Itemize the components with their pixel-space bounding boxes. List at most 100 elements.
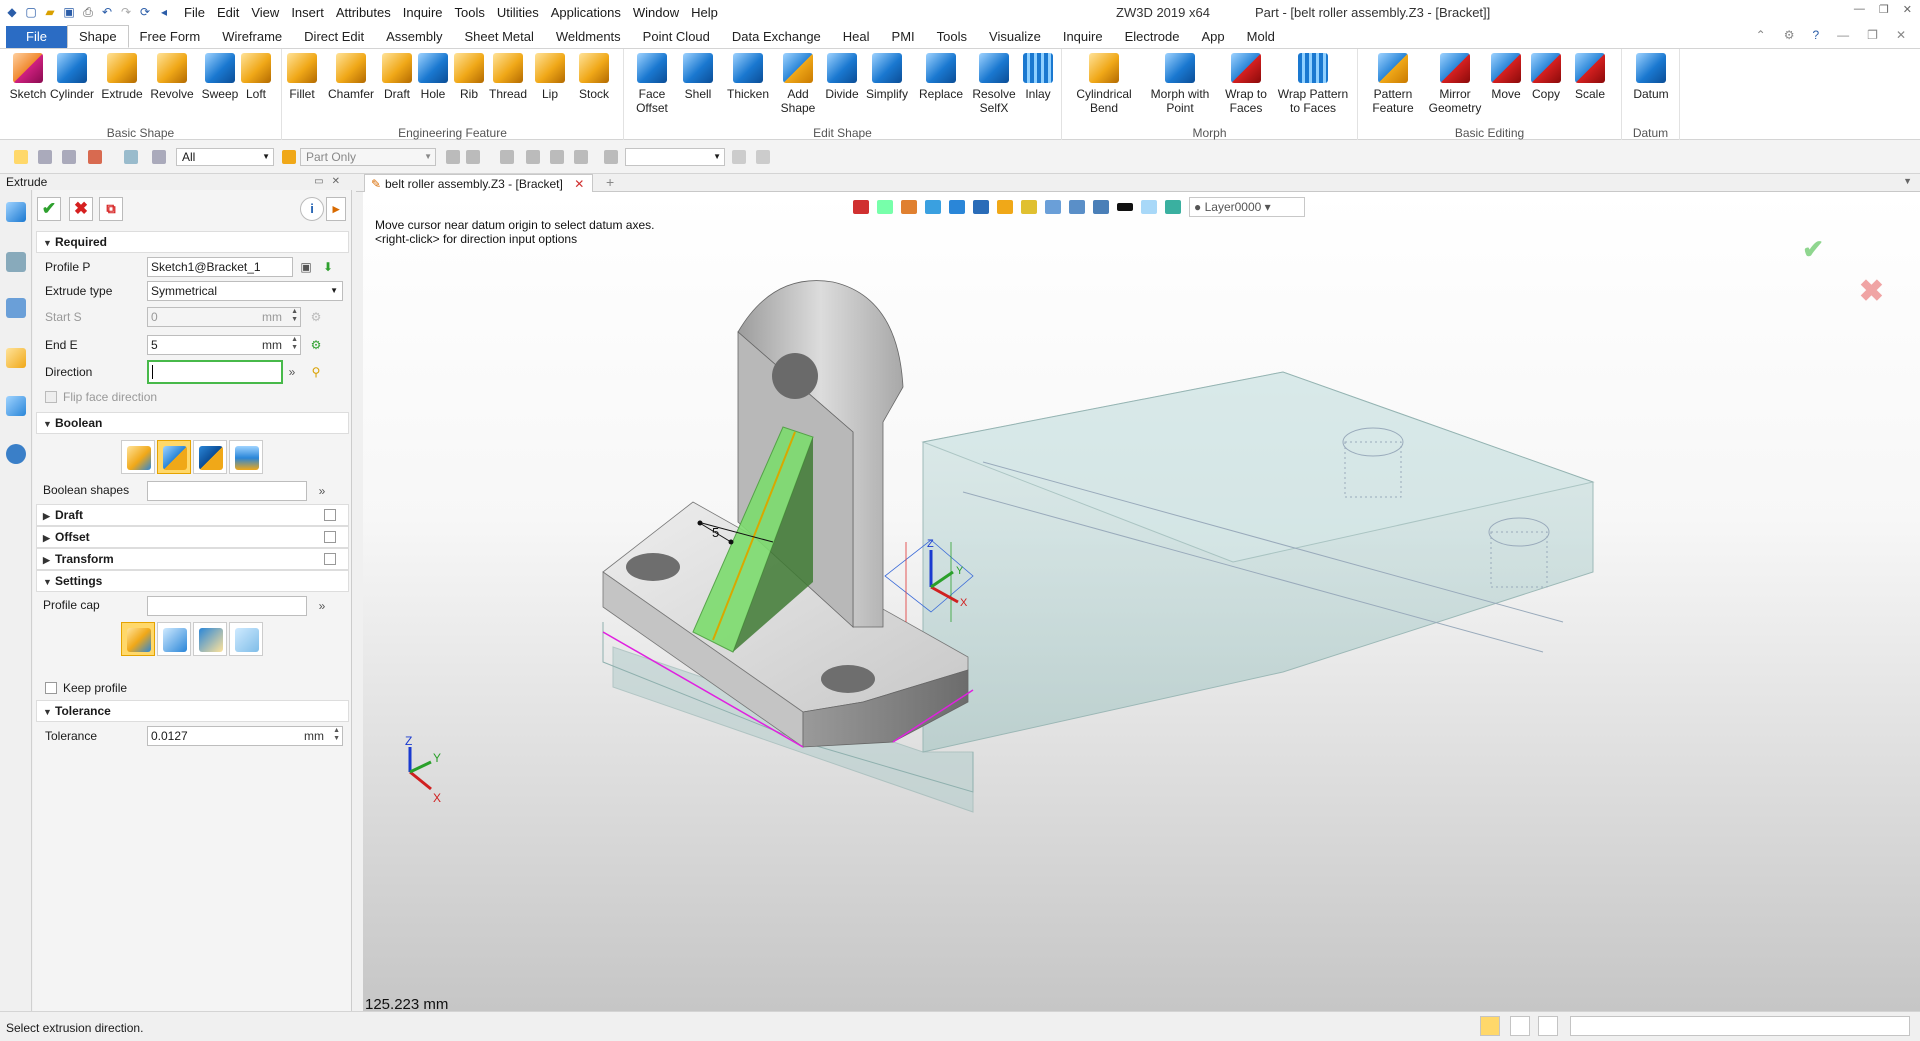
status-screen-icon[interactable] [1510, 1016, 1530, 1036]
command-input[interactable] [1570, 1016, 1910, 1036]
document-tab[interactable]: ✎ belt roller assembly.Z3 - [Bracket] ✕ [364, 174, 594, 193]
help-button[interactable]: ▸ [326, 197, 346, 221]
add-icon[interactable]: ⬇ [321, 260, 335, 274]
pick-arrow-icon[interactable] [732, 150, 746, 164]
distribute-icon[interactable] [500, 150, 514, 164]
coordinate-select[interactable]: ▼ [625, 148, 725, 166]
settings-section[interactable]: ▼ Settings [36, 570, 349, 592]
draft-section[interactable]: ▶ Draft [36, 504, 349, 526]
profile-field[interactable]: Sketch1@Bracket_1 [147, 257, 293, 277]
tab-tools[interactable]: Tools [926, 26, 978, 48]
cap-both-button[interactable] [121, 622, 155, 656]
boolean-section[interactable]: ▼ Boolean [36, 412, 349, 434]
tab-free-form[interactable]: Free Form [129, 26, 212, 48]
cap-start-button[interactable] [157, 622, 191, 656]
snap-settings-icon[interactable] [756, 150, 770, 164]
flip-face-checkbox[interactable] [45, 391, 57, 403]
wrap-pattern-to-faces-button[interactable]: Wrap Pattern to Faces [1277, 53, 1349, 115]
tab-point-cloud[interactable]: Point Cloud [632, 26, 721, 48]
boolean-add-button[interactable] [157, 440, 191, 474]
filter-select[interactable]: All ▼ [176, 148, 274, 166]
tab-weldments[interactable]: Weldments [545, 26, 632, 48]
assembly-manager-icon[interactable] [6, 252, 26, 272]
menu-help[interactable]: Help [685, 5, 724, 20]
graphics-viewport[interactable]: ● Layer0000 ▾ Move cursor near datum ori… [363, 192, 1920, 1011]
close-tab-icon[interactable]: ✕ [574, 177, 584, 191]
menu-tools[interactable]: Tools [449, 5, 491, 20]
tolerance-section[interactable]: ▼ Tolerance [36, 700, 349, 722]
minimize-icon[interactable]: — [1837, 28, 1849, 42]
close-icon[interactable]: ✕ [1903, 3, 1912, 16]
user-icon[interactable] [6, 444, 26, 464]
tab-data-exchange[interactable]: Data Exchange [721, 26, 832, 48]
menu-insert[interactable]: Insert [285, 5, 330, 20]
tolerance-field[interactable]: 0.0127 mm ▲ ▼ [147, 726, 343, 746]
cylindrical-bend-button[interactable]: Cylindrical Bend [1068, 53, 1140, 115]
print-icon[interactable]: ⎙ [80, 4, 96, 20]
tab-mold[interactable]: Mold [1236, 26, 1286, 48]
expand-icon[interactable]: » [315, 484, 329, 498]
transform-checkbox[interactable] [324, 553, 336, 565]
cube-outline-icon[interactable] [124, 150, 138, 164]
tab-heal[interactable]: Heal [832, 26, 881, 48]
grid-icon[interactable] [88, 150, 102, 164]
pick-icon[interactable] [14, 150, 28, 164]
tab-assembly[interactable]: Assembly [375, 26, 453, 48]
menu-edit[interactable]: Edit [211, 5, 245, 20]
apply-button[interactable]: ⧉ [99, 197, 123, 221]
help-icon[interactable]: ? [1812, 28, 1819, 42]
cap-none-button[interactable] [229, 622, 263, 656]
variable-icon[interactable]: ⚙ [309, 338, 323, 352]
draft-checkbox[interactable] [324, 509, 336, 521]
spinner-icon[interactable]: ▲ ▼ [291, 336, 298, 352]
keep-profile-checkbox[interactable] [45, 682, 57, 694]
minus-icon[interactable] [62, 150, 76, 164]
minimize-icon[interactable]: — [1854, 3, 1865, 16]
tab-visualize[interactable]: Visualize [978, 26, 1052, 48]
tab-file[interactable]: File [6, 26, 67, 48]
align-icon[interactable] [466, 150, 480, 164]
tab-electrode[interactable]: Electrode [1114, 26, 1191, 48]
snap-icon[interactable] [604, 150, 618, 164]
restore-icon[interactable]: ❐ [1867, 28, 1878, 42]
refresh-icon[interactable]: ⟳ [137, 4, 153, 20]
menu-view[interactable]: View [245, 5, 285, 20]
boolean-intersect-button[interactable] [229, 440, 263, 474]
settings-icon[interactable]: ⚙ [1784, 28, 1795, 42]
part-icon[interactable] [282, 150, 296, 164]
tab-app[interactable]: App [1191, 26, 1236, 48]
view-manager-icon[interactable] [6, 396, 26, 416]
back-icon[interactable]: ◂ [156, 4, 172, 20]
open-file-icon[interactable]: ▰ [42, 4, 58, 20]
direction-options-icon[interactable]: ⚲ [309, 365, 323, 379]
save-icon[interactable]: ▣ [61, 4, 77, 20]
spinner-icon[interactable]: ▲ ▼ [333, 727, 340, 743]
part-manager-icon[interactable] [6, 348, 26, 368]
new-tab-icon[interactable]: + [606, 174, 614, 190]
panel-pin-close-icon[interactable]: ▭✕ [314, 174, 348, 190]
extrude-type-select[interactable]: Symmetrical ▼ [147, 281, 343, 301]
scope-select[interactable]: Part Only ▼ [300, 148, 436, 166]
collapse-ribbon-icon[interactable]: ⌃ [1756, 28, 1766, 42]
filter-icon[interactable] [38, 150, 52, 164]
wrap-to-faces-button[interactable]: Wrap to Faces [1210, 53, 1282, 115]
menu-utilities[interactable]: Utilities [491, 5, 545, 20]
distribute-icon[interactable] [550, 150, 564, 164]
tab-pmi[interactable]: PMI [881, 26, 926, 48]
restore-icon[interactable]: ❐ [1879, 3, 1889, 16]
morph-with-point-button[interactable]: Morph with Point [1144, 53, 1216, 115]
menu-inquire[interactable]: Inquire [397, 5, 449, 20]
menu-attributes[interactable]: Attributes [330, 5, 397, 20]
direction-field[interactable] [147, 360, 283, 384]
menu-file[interactable]: File [178, 5, 211, 20]
profile-cap-field[interactable] [147, 596, 307, 616]
offset-checkbox[interactable] [324, 531, 336, 543]
history-manager-icon[interactable] [6, 202, 26, 222]
expand-icon[interactable]: » [315, 599, 329, 613]
tab-list-icon[interactable]: ▼ [1903, 176, 1912, 186]
transform-section[interactable]: ▶ Transform [36, 548, 349, 570]
tab-shape[interactable]: Shape [66, 25, 129, 48]
pointer-icon[interactable] [574, 150, 588, 164]
ok-button[interactable]: ✔ [37, 197, 61, 221]
menu-window[interactable]: Window [627, 5, 685, 20]
